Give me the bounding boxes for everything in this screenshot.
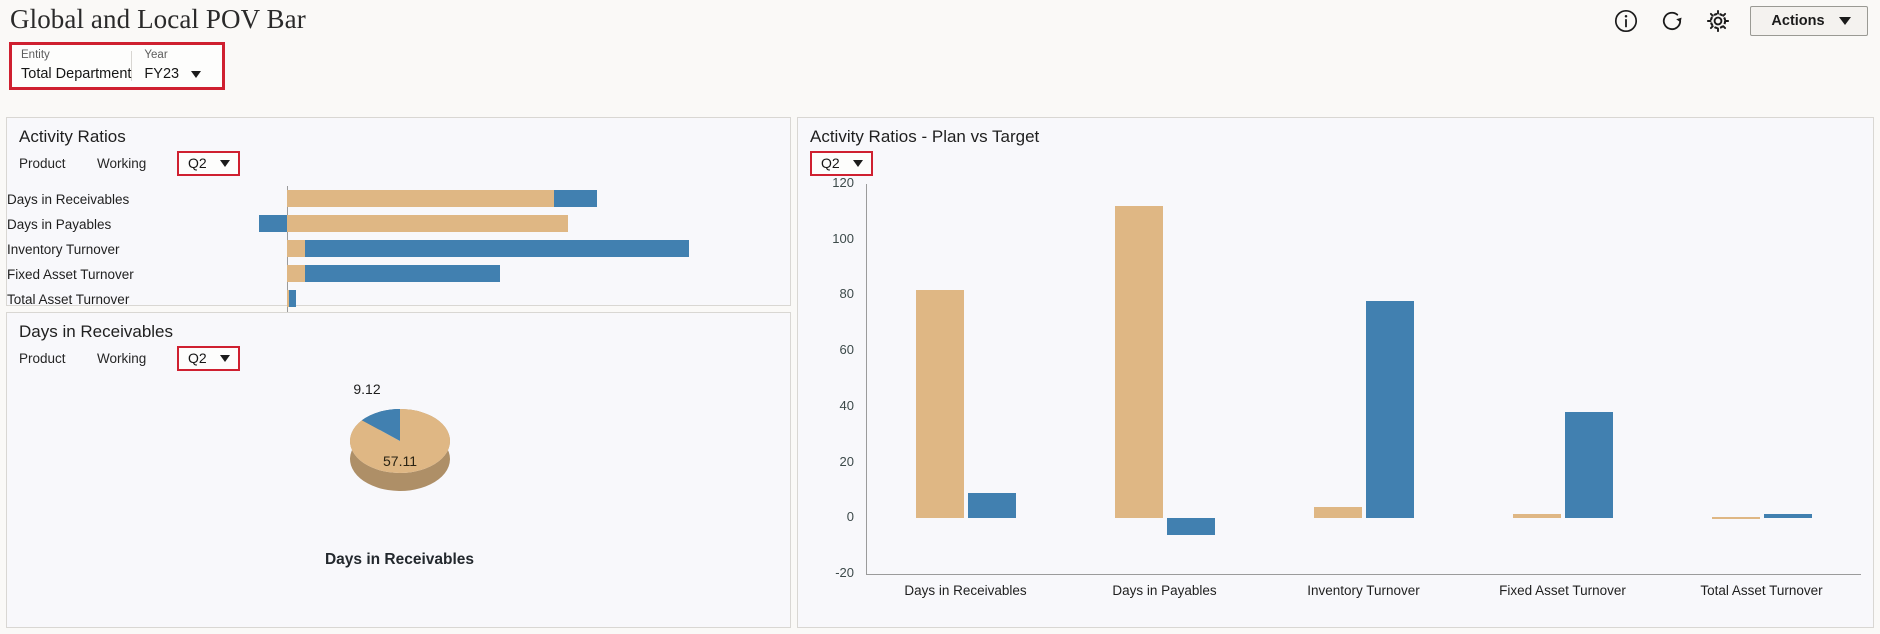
pov-year-value: FY23 (144, 63, 179, 85)
chevron-down-icon (853, 160, 863, 167)
chart-y-tick-label: 80 (798, 286, 854, 301)
chart-bar[interactable] (1565, 412, 1613, 518)
chart-bar[interactable] (1513, 514, 1561, 518)
pov-year[interactable]: Year FY23 (132, 45, 201, 87)
panel-plantarget-title: Activity Ratios - Plan vs Target (810, 126, 1873, 148)
pov-entity-label: Entity (21, 48, 131, 63)
panel-plan-vs-target: Activity Ratios - Plan vs Target Q2 -20 0… (797, 117, 1874, 628)
chart-bar-segment[interactable] (289, 290, 296, 307)
chart-category-label: Days in Payables (7, 217, 91, 232)
panel-activity-pov: Product Working Q2 (19, 150, 790, 176)
pie-chart-svg (7, 369, 792, 529)
chart-bar[interactable] (1764, 514, 1812, 518)
chart-bar-segment[interactable] (554, 190, 597, 207)
chart-category-label: Total Asset Turnover (1662, 583, 1861, 598)
page-title: Global and Local POV Bar (10, 4, 306, 35)
actions-button[interactable]: Actions (1750, 6, 1868, 36)
chart-category-label: Fixed Asset Turnover (7, 267, 91, 282)
chart-bar-segment[interactable] (305, 240, 689, 257)
chart-category-label: Total Asset Turnover (7, 292, 91, 307)
chart-bar[interactable] (1366, 301, 1414, 518)
pie-slice-value: 57.11 (345, 453, 455, 469)
chevron-down-icon[interactable] (191, 71, 201, 78)
chart-bar-segment[interactable] (287, 190, 554, 207)
chart-category-label: Inventory Turnover (7, 242, 91, 257)
pov-period-value: Q2 (188, 350, 207, 366)
header-toolbar: Actions (1612, 6, 1868, 36)
chart-y-tick-label: 120 (798, 175, 854, 190)
chart-y-tick-label: 60 (798, 342, 854, 357)
pov-year-value-row: FY23 (144, 63, 201, 85)
chart-bar[interactable] (968, 493, 1016, 518)
chart-bar-segment[interactable] (287, 215, 568, 232)
pov-dim-working[interactable]: Working (97, 351, 177, 366)
info-icon[interactable] (1612, 7, 1640, 35)
pov-entity[interactable]: Entity Total Department (12, 45, 131, 87)
chart-y-axis-line (866, 184, 867, 574)
chart-bar-segment[interactable] (259, 215, 287, 232)
pov-entity-value: Total Department (21, 63, 131, 85)
chart-category-label: Fixed Asset Turnover (1463, 583, 1662, 598)
chart-plan-vs-target: -20 0 20 40 60 80 100 120 Days in ReceivablesDay… (798, 172, 1875, 629)
chart-y-tick-label: 100 (798, 231, 854, 246)
chart-bar-segment[interactable] (287, 265, 306, 282)
pov-dim-product[interactable]: Product (19, 156, 97, 171)
chart-bar[interactable] (1314, 507, 1362, 518)
chart-bar-segment[interactable] (305, 265, 499, 282)
pov-period-value: Q2 (188, 155, 207, 171)
chart-bar-segment[interactable] (287, 240, 306, 257)
chevron-down-icon (1839, 17, 1851, 25)
pov-period-value: Q2 (821, 155, 840, 171)
pov-period-dropdown[interactable]: Q2 (177, 151, 240, 176)
pov-dim-working[interactable]: Working (97, 156, 177, 171)
panel-activity-header: Activity Ratios Product Working Q2 (7, 118, 790, 176)
panel-activity-title: Activity Ratios (19, 126, 790, 148)
panel-receivables-header: Days in Receivables Product Working Q2 (7, 313, 790, 371)
chart-bar[interactable] (916, 290, 964, 518)
chevron-down-icon (220, 355, 230, 362)
chart-category-label: Inventory Turnover (1264, 583, 1463, 598)
actions-button-label: Actions (1771, 13, 1824, 29)
chart-category-label: Days in Payables (1065, 583, 1264, 598)
chart-y-tick-label: 40 (798, 398, 854, 413)
chart-x-axis-line (866, 574, 1861, 575)
chart-bar[interactable] (1712, 517, 1760, 519)
chart-y-tick-label: -20 (798, 565, 854, 580)
pie-slice-value: 9.12 (337, 381, 397, 397)
pov-dim-product[interactable]: Product (19, 351, 97, 366)
panel-days-in-receivables: Days in Receivables Product Working Q2 5… (6, 312, 791, 628)
chart-bar[interactable] (1167, 518, 1215, 535)
panel-activity-ratios: Activity Ratios Product Working Q2 Days … (6, 117, 791, 306)
chart-category-label: Days in Receivables (866, 583, 1065, 598)
panel-plantarget-header: Activity Ratios - Plan vs Target Q2 (798, 118, 1873, 176)
pie-chart: 57.11 9.12 Days in Receivables (7, 369, 792, 619)
chart-y-tick-label: 0 (798, 509, 854, 524)
chart-category-label: Days in Receivables (7, 192, 91, 207)
chart-y-tick-label: 20 (798, 454, 854, 469)
gear-icon[interactable] (1704, 7, 1732, 35)
chart-bar[interactable] (1115, 206, 1163, 518)
pie-chart-title: Days in Receivables (7, 551, 792, 569)
chart-activity-ratios: Days in Receivables Days in Payables Inven… (7, 186, 792, 306)
panel-receivables-title: Days in Receivables (19, 321, 790, 343)
chart-days-in-receivables-pie: 57.11 9.12 Days in Receivables (7, 369, 792, 619)
panel-receivables-pov: Product Working Q2 (19, 345, 790, 371)
app-root: Global and Local POV Bar (0, 0, 1880, 634)
pov-period-dropdown[interactable]: Q2 (177, 346, 240, 371)
chevron-down-icon (220, 160, 230, 167)
pov-year-label: Year (144, 48, 201, 63)
refresh-icon[interactable] (1658, 7, 1686, 35)
global-pov-bar: Entity Total Department Year FY23 (9, 42, 225, 90)
